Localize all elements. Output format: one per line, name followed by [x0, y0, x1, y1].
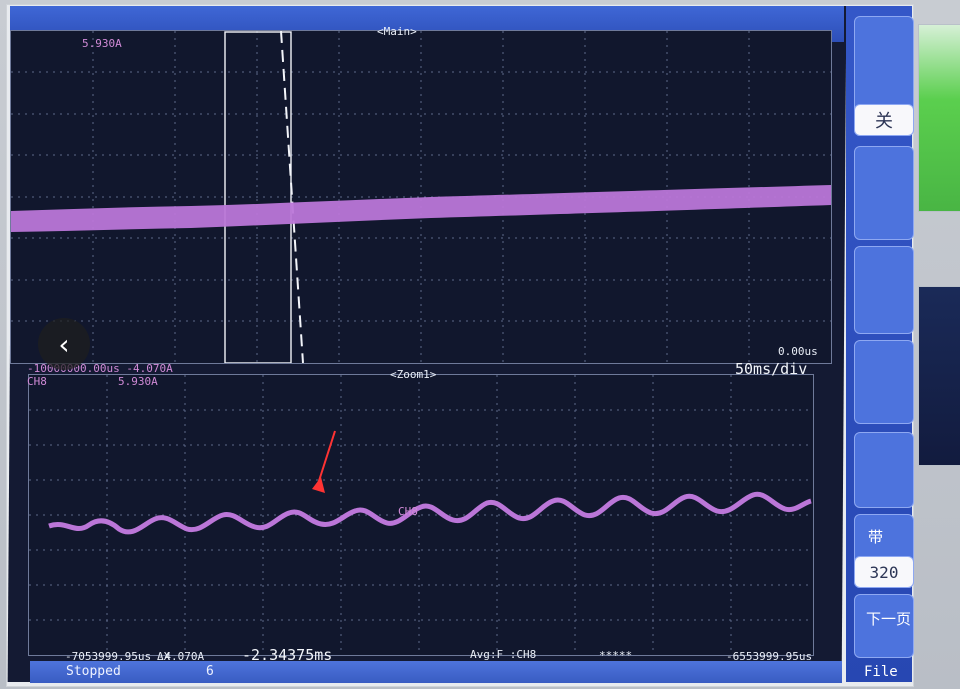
file-label: File: [864, 664, 898, 680]
time-div-label: 50ms/div: [735, 360, 808, 378]
main-label: <Main>: [377, 25, 417, 38]
main-channel-tag: CH8: [27, 375, 47, 388]
menu-band-label: 带: [868, 528, 884, 546]
menu-panel-4[interactable]: [854, 340, 914, 424]
zoom-label: <Zoom1>: [390, 368, 437, 381]
status-state: Stopped: [66, 664, 121, 679]
status-count: 6: [206, 664, 214, 679]
zoom-channel-tag: CH8: [398, 505, 418, 518]
zoom-grid: [29, 375, 813, 655]
side-thumbnail-top[interactable]: [918, 24, 960, 212]
main-top-value: 5.930A: [82, 37, 122, 50]
time-zero-label: 0.00us: [778, 345, 818, 358]
zoom-waveform-panel: [28, 374, 814, 656]
chevron-left-icon: ‹: [58, 327, 70, 361]
main-grid: [11, 30, 831, 364]
main-mid-value: 5.930A: [118, 375, 158, 388]
menu-panel-2[interactable]: [854, 146, 914, 240]
average-label: Avg:F :CH8: [470, 648, 537, 661]
right-menu: 关 320 下一页 带 File: [846, 6, 914, 682]
red-annotation-arrow: [316, 430, 336, 488]
menu-panel-5[interactable]: [854, 432, 914, 508]
main-waveform-panel: [10, 30, 832, 364]
menu-panel-3[interactable]: [854, 246, 914, 334]
menu-next-label: 下一页: [866, 610, 912, 628]
status-bar: Stopped 6: [30, 661, 842, 683]
menu-button-2[interactable]: 320: [854, 556, 914, 588]
side-thumbnail-bottom[interactable]: [918, 286, 960, 466]
menu-button-1[interactable]: 关: [854, 104, 914, 136]
left-nav-button[interactable]: ‹: [38, 318, 90, 370]
zoom-waveform: [48, 491, 812, 535]
